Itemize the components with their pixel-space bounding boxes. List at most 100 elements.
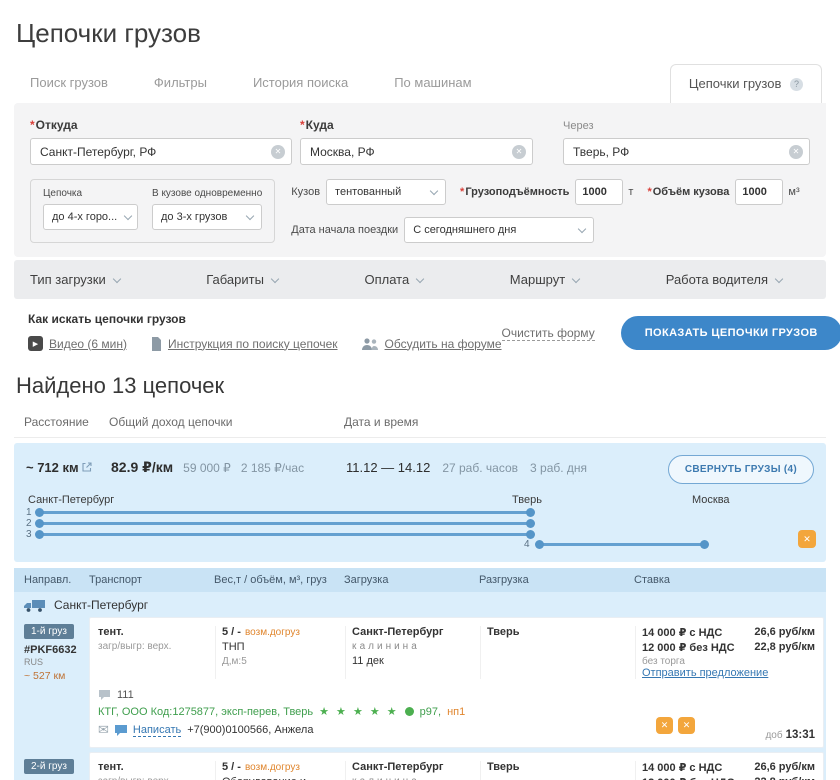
tab-filters[interactable]: Фильтры <box>154 75 207 103</box>
capacity-input[interactable] <box>575 179 623 205</box>
work-hours: 27 раб. часов <box>442 461 518 475</box>
cargo-badge: 2-й груз <box>24 759 74 774</box>
send-offer-link[interactable]: Отправить предложение <box>642 667 768 679</box>
chain-options-box: Цепочка до 4-х горо... В кузове одноврем… <box>30 179 275 243</box>
body-type-label: Кузов <box>291 186 320 198</box>
route-line-4 <box>536 543 708 546</box>
tab-cargo-chains-active[interactable]: Цепочки грузов ? <box>670 64 822 103</box>
people-icon <box>362 338 379 350</box>
help-title: Как искать цепочки грузов <box>28 312 502 326</box>
filter-loading-type[interactable]: Тип загрузки <box>30 272 120 287</box>
alert-icon[interactable]: ✕ <box>656 717 673 734</box>
route-line-3 <box>36 533 534 536</box>
company-tag: нп1 <box>447 706 465 718</box>
column-distance: Расстояние <box>24 415 109 429</box>
chain-income: 82.9 ₽/км 59 000 ₽ 2 185 ₽/час <box>111 459 346 476</box>
cargo-unloading-cell: Тверь <box>480 761 635 780</box>
cargo-distance: ~ 527 км <box>24 670 85 682</box>
volume-unit: м³ <box>788 186 799 198</box>
column-income: Общий доход цепочки <box>109 415 344 429</box>
cargo-loading-cell: Санкт-Петербург калинина 11 дек <box>345 626 480 679</box>
document-icon <box>151 337 162 351</box>
capacity-label: *Грузоподъёмность <box>460 186 569 198</box>
company-link[interactable]: КТГ, ООО Код:1275877, эксп-перев, Тверь <box>98 706 313 718</box>
close-chain-icon[interactable]: ✕ <box>798 530 816 548</box>
rate-per-km: 82.9 ₽/км <box>111 459 173 476</box>
chevron-down-icon <box>775 274 783 282</box>
filter-payment[interactable]: Оплата <box>365 272 424 287</box>
envelope-icon[interactable]: ✉ <box>98 722 109 738</box>
cargo-footer: 111 КТГ, ООО Код:1275877, эксп-перев, Тв… <box>90 689 823 741</box>
help-section: Как искать цепочки грузов ▶ Видео (6 мин… <box>14 299 826 351</box>
page-title: Цепочки грузов <box>14 18 826 49</box>
cargo-transport-cell: тент. загр/выгр: верх. <box>90 761 215 780</box>
date-range: 11.12 — 14.12 <box>346 460 430 475</box>
together-field: В кузове одновременно до 3-х грузов <box>152 188 262 234</box>
collapse-cargos-button[interactable]: СВЕРНУТЬ ГРУЗЫ (4) <box>668 455 814 484</box>
th-rate: Ставка <box>634 574 816 586</box>
chain-dates: 11.12 — 14.12 27 раб. часов 3 раб. дня <box>346 460 668 475</box>
chat-icon[interactable] <box>115 725 127 736</box>
from-field: *Откуда ✕ <box>30 118 292 165</box>
cargo-country: RUS <box>24 657 85 667</box>
help-icon[interactable]: ? <box>790 78 803 91</box>
clear-form-link[interactable]: Очистить форму <box>502 326 595 341</box>
together-select[interactable]: до 3-х грузов <box>152 204 262 230</box>
comment-icon[interactable] <box>98 689 111 701</box>
route-line-1 <box>36 511 534 514</box>
instruction-link[interactable]: Инструкция по поиску цепочек <box>151 337 338 351</box>
volume-label: *Объём кузова <box>647 186 729 198</box>
filter-driver-work[interactable]: Работа водителя <box>666 272 782 287</box>
chevron-down-icon <box>416 274 424 282</box>
th-loading: Загрузка <box>344 574 479 586</box>
filter-dimensions[interactable]: Габариты <box>206 272 278 287</box>
clear-icon[interactable]: ✕ <box>789 145 803 159</box>
body-type-select[interactable]: тентованный <box>326 179 446 205</box>
from-input[interactable] <box>30 138 292 165</box>
clear-icon[interactable]: ✕ <box>512 145 526 159</box>
cargo-row: 1-й груз #PKF6632 RUS ~ 527 км тент. заг… <box>14 617 826 752</box>
cargo-transport-cell: тент. загр/выгр: верх. <box>90 626 215 679</box>
external-link-icon[interactable] <box>82 462 92 472</box>
start-date-label: Дата начала поездки <box>291 224 398 236</box>
clear-icon[interactable]: ✕ <box>271 145 285 159</box>
cargo-table-header: Направл. Транспорт Вес,т / объём, м³, гр… <box>14 568 826 592</box>
cargo-id[interactable]: #PKF6632 <box>24 644 85 656</box>
cargo-loading-cell: Санкт-Петербург калинина 11 дек <box>345 761 480 780</box>
rating-score: p97, <box>420 706 441 718</box>
chain-distance: ~ 712 км <box>26 460 111 475</box>
tab-by-trucks[interactable]: По машинам <box>394 75 471 103</box>
route-city-moscow: Москва <box>692 494 730 506</box>
added-time: доб13:31 <box>765 729 815 741</box>
city-group-row: Санкт-Петербург <box>14 592 826 617</box>
cargo-direction-col: 1-й груз #PKF6632 RUS ~ 527 км <box>14 617 89 748</box>
page: Цепочки грузов Поиск грузов Фильтры Исто… <box>0 0 840 780</box>
chain-field: Цепочка до 4-х горо... <box>43 188 138 234</box>
tab-cargo-search[interactable]: Поиск грузов <box>30 75 108 103</box>
tab-search-history[interactable]: История поиска <box>253 75 348 103</box>
capacity-unit: т <box>628 186 633 198</box>
write-link[interactable]: Написать <box>133 724 181 737</box>
video-link[interactable]: ▶ Видео (6 мин) <box>28 336 127 351</box>
chain-select[interactable]: до 4-х горо... <box>43 204 138 230</box>
rating-dot-icon <box>405 707 414 716</box>
cargo-card: тент. загр/выгр: верх. 5 / -возм.догруз … <box>89 617 824 748</box>
show-chains-button[interactable]: ПОКАЗАТЬ ЦЕПОЧКИ ГРУЗОВ <box>621 316 840 350</box>
cargo-weight-cell: 5 / -возм.догруз Оборудование и запчасти… <box>215 761 345 780</box>
filter-route[interactable]: Маршрут <box>510 272 579 287</box>
th-unloading: Разгрузка <box>479 574 634 586</box>
via-input[interactable] <box>563 138 810 165</box>
comment-count: 111 <box>117 689 134 701</box>
alert-icon[interactable]: ✕ <box>678 717 695 734</box>
chevron-down-icon <box>578 224 586 232</box>
required-asterisk: * <box>300 118 305 132</box>
volume-input[interactable] <box>735 179 783 205</box>
results-header: Расстояние Общий доход цепочки Дата и вр… <box>14 409 826 438</box>
to-input[interactable] <box>300 138 533 165</box>
rating-stars: ★ ★ ★ ★ ★ <box>319 705 399 718</box>
chain-summary-card: ~ 712 км 82.9 ₽/км 59 000 ₽ 2 185 ₽/час … <box>14 443 826 562</box>
via-field: Через ✕ <box>563 118 810 165</box>
start-date-select[interactable]: С сегодняшнего дня <box>404 217 594 243</box>
forum-link[interactable]: Обсудить на форуме <box>362 337 502 351</box>
chevron-down-icon <box>430 186 438 194</box>
